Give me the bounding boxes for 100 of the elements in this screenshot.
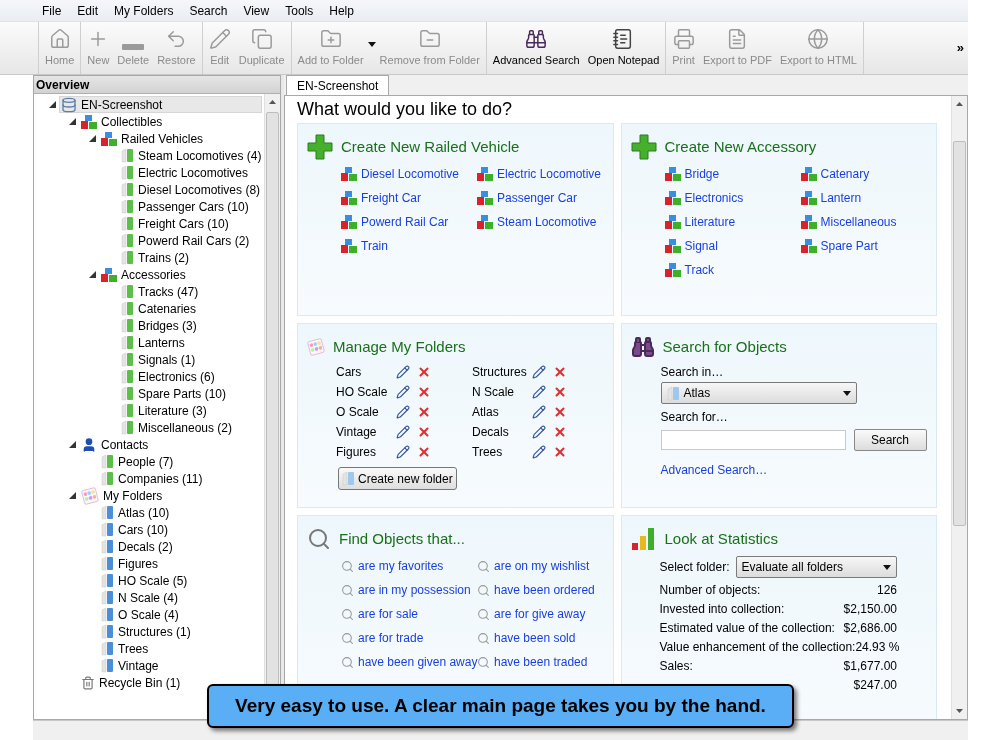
tree-item[interactable]: Decals (2)	[99, 538, 178, 555]
delete-icon[interactable]	[553, 405, 567, 419]
tree-item[interactable]: Diesel Locomotives (8)	[119, 181, 264, 198]
pencil-icon[interactable]	[532, 385, 546, 399]
scroll-up-icon[interactable]	[956, 102, 963, 106]
dropdown[interactable]: Evaluate all folders	[735, 556, 897, 578]
tree-item[interactable]: Bridges (3)	[119, 317, 202, 334]
tree-item[interactable]: Steam Locomotives (4)	[119, 147, 264, 164]
create-link[interactable]: Diesel Locomotive	[361, 165, 460, 183]
filter-link[interactable]: have been sold	[494, 629, 576, 647]
tree-item[interactable]: Signals (1)	[119, 351, 201, 368]
create-link[interactable]: Track	[684, 261, 715, 279]
tree-item[interactable]: O Scale (4)	[99, 606, 184, 623]
create-link[interactable]: Train	[361, 237, 388, 255]
pencil-icon[interactable]	[396, 385, 410, 399]
expand-toggle[interactable]	[49, 101, 56, 108]
create-link[interactable]: Steam Locomotive	[497, 213, 597, 231]
menu-item[interactable]: File	[34, 1, 70, 20]
tree-item[interactable]: Lanterns	[119, 334, 190, 351]
filter-link[interactable]: are for give away	[494, 605, 586, 623]
tree-item[interactable]: Trains (2)	[119, 249, 194, 266]
tree-item[interactable]: Accessories	[99, 266, 191, 283]
tree-item[interactable]: HO Scale (5)	[99, 572, 193, 589]
delete-icon[interactable]	[417, 385, 431, 399]
tree-item[interactable]: EN-Screenshot	[59, 96, 262, 113]
pencil-icon[interactable]	[396, 365, 410, 379]
filter-link[interactable]: are in my possession	[358, 581, 471, 599]
menu-item[interactable]: View	[235, 1, 278, 20]
scrollbar[interactable]	[951, 96, 967, 719]
tree-item[interactable]: Atlas (10)	[99, 504, 175, 521]
create-link[interactable]: Spare Part	[820, 237, 878, 255]
tree-item[interactable]: Catenaries	[119, 300, 202, 317]
create-link[interactable]: Powerd Rail Car	[361, 213, 449, 231]
create-link[interactable]: Passenger Car	[497, 189, 578, 207]
pencil-icon[interactable]	[532, 425, 546, 439]
create-link[interactable]: Lantern	[820, 189, 862, 207]
create-link[interactable]: Electric Locomotive	[497, 165, 602, 183]
delete-icon[interactable]	[553, 445, 567, 459]
delete-icon[interactable]	[553, 385, 567, 399]
scroll-down-icon[interactable]	[956, 709, 963, 713]
menu-item[interactable]: Search	[181, 1, 236, 20]
delete-icon[interactable]	[553, 365, 567, 379]
toolbar-button[interactable]: Advanced Search	[488, 22, 584, 74]
pencil-icon[interactable]	[532, 405, 546, 419]
pencil-icon[interactable]	[396, 425, 410, 439]
create-link[interactable]: Catenary	[820, 165, 870, 183]
filter-link[interactable]: are on my wishlist	[494, 557, 590, 575]
menu-item[interactable]: My Folders	[106, 1, 182, 20]
delete-icon[interactable]	[417, 425, 431, 439]
tree-item[interactable]: Powerd Rail Cars (2)	[119, 232, 255, 249]
search-field[interactable]	[660, 430, 846, 450]
tree-item[interactable]: Companies (11)	[99, 470, 208, 487]
menu-item[interactable]: Help	[321, 1, 362, 20]
delete-icon[interactable]	[553, 425, 567, 439]
expand-toggle[interactable]	[69, 492, 76, 499]
tree-item[interactable]: Structures (1)	[99, 623, 196, 640]
tab[interactable]: EN-Screenshot	[286, 75, 390, 95]
tree-item[interactable]: Railed Vehicles	[99, 130, 209, 147]
create-link[interactable]: Freight Car	[361, 189, 422, 207]
toolbar-button[interactable]: Open Notepad	[583, 22, 664, 74]
tree-item[interactable]: Miscellaneous (2)	[119, 419, 238, 436]
tree-item[interactable]: Contacts	[79, 436, 154, 453]
dropdown[interactable]: Atlas	[660, 382, 857, 404]
tree-item[interactable]: Literature (3)	[119, 402, 212, 419]
filter-link[interactable]: are for trade	[358, 629, 424, 647]
tree-item[interactable]: Freight Cars (10)	[119, 215, 234, 232]
filter-link[interactable]: are for sale	[358, 605, 419, 623]
delete-icon[interactable]	[417, 405, 431, 419]
pencil-icon[interactable]	[396, 445, 410, 459]
create-link[interactable]: Literature	[684, 213, 736, 231]
search-button[interactable]: Search	[853, 429, 927, 451]
scroll-up-icon[interactable]	[269, 100, 276, 104]
tree-item[interactable]: N Scale (4)	[99, 589, 184, 606]
create-link[interactable]: Electronics	[684, 189, 744, 207]
tree-item[interactable]: My Folders	[79, 487, 168, 504]
tree-item[interactable]: Cars (10)	[99, 521, 173, 538]
tree-item[interactable]: Electronics (6)	[119, 368, 220, 385]
tree-item[interactable]: Trees	[99, 640, 154, 657]
tree-item[interactable]: People (7)	[99, 453, 179, 470]
tree-item[interactable]: Collectibles	[79, 113, 168, 130]
filter-link[interactable]: have been given away	[358, 653, 478, 671]
filter-link[interactable]: are my favorites	[358, 557, 444, 575]
advanced-search-link[interactable]: Advanced Search…	[660, 461, 768, 479]
pencil-icon[interactable]	[396, 405, 410, 419]
tree-item[interactable]: Spare Parts (10)	[119, 385, 232, 402]
menu-item[interactable]: Edit	[69, 1, 107, 20]
overflow-button[interactable]: »	[956, 38, 968, 58]
create-folder-button[interactable]: Create new folder	[338, 467, 457, 490]
menu-item[interactable]: Tools	[277, 1, 322, 20]
delete-icon[interactable]	[417, 445, 431, 459]
pencil-icon[interactable]	[532, 365, 546, 379]
pencil-icon[interactable]	[532, 445, 546, 459]
delete-icon[interactable]	[417, 365, 431, 379]
create-link[interactable]: Bridge	[684, 165, 720, 183]
expand-toggle[interactable]	[89, 135, 96, 142]
tree-item[interactable]: Vintage	[99, 657, 164, 674]
filter-link[interactable]: have been ordered	[494, 581, 595, 599]
create-link[interactable]: Signal	[684, 237, 718, 255]
create-link[interactable]: Miscellaneous	[820, 213, 897, 231]
tree-item[interactable]: Tracks (47)	[119, 283, 204, 300]
